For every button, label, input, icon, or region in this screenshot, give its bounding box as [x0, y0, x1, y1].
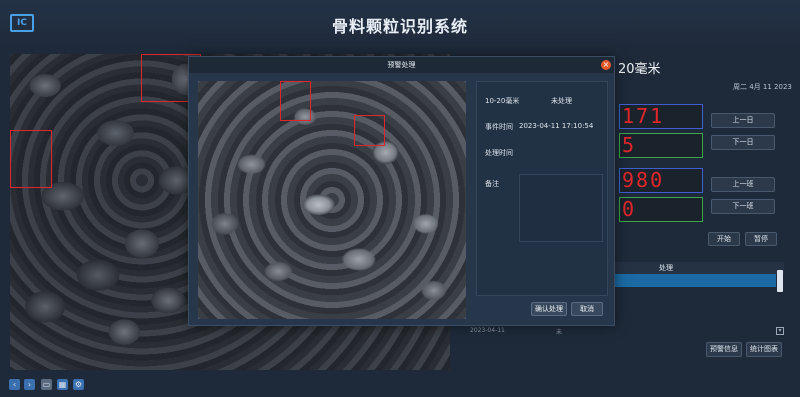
cancel-button[interactable]: 取消 [571, 302, 603, 316]
close-icon[interactable]: × [601, 60, 611, 70]
detection-box [280, 81, 311, 121]
table-scrollbar[interactable] [777, 270, 783, 292]
next-day-button[interactable]: 下一日 [711, 135, 775, 150]
daily-warning-counter: 5 [619, 133, 703, 158]
table-row-date: 2023-04-11 [470, 327, 505, 334]
warning-table-header: 处理 [604, 262, 784, 274]
event-info-panel: 10-20毫米 未处理 事件时间 2023-04-11 17:10:54 处理时… [476, 81, 608, 296]
confirm-process-button[interactable]: 确认处理 [531, 302, 567, 316]
warning-info-button[interactable]: 预警信息 [706, 342, 742, 357]
app-title: 骨料颗粒识别系统 [331, 17, 468, 36]
prev-shift-button[interactable]: 上一班 [711, 177, 775, 192]
pause-button[interactable]: 暂停 [745, 232, 777, 246]
table-row-selected[interactable] [604, 274, 776, 287]
event-time-value: 2023-04-11 17:10:54 [519, 122, 594, 130]
remark-input[interactable] [519, 174, 603, 242]
dialog-title: 预警处理 [387, 61, 416, 69]
remark-label: 备注 [485, 180, 499, 188]
window-icon[interactable]: ▭ [41, 379, 52, 390]
scroll-down-icon[interactable]: ▾ [776, 327, 784, 335]
app-header: IC 骨料颗粒识别系统 [0, 0, 800, 50]
warning-snapshot-image [198, 81, 466, 319]
category-title: 20毫米 [618, 62, 661, 77]
dialog-titlebar: 预警处理 × [189, 57, 614, 73]
daily-total-counter: 171 [619, 104, 703, 129]
grid-icon[interactable]: ▦ [57, 379, 68, 390]
current-date: 周二 4月 11 2023 [733, 83, 792, 91]
table-row-status: 未 [556, 329, 563, 336]
back-icon[interactable]: ‹ [9, 379, 20, 390]
status-value: 未处理 [551, 97, 572, 105]
stats-chart-button[interactable]: 统计图表 [746, 342, 782, 357]
shift-total-counter: 980 [619, 168, 703, 193]
process-time-label: 处理时间 [485, 149, 513, 157]
settings-icon[interactable]: ⚙ [73, 379, 84, 390]
start-button[interactable]: 开始 [708, 232, 740, 246]
detection-box [354, 115, 385, 146]
forward-icon[interactable]: › [24, 379, 35, 390]
prev-day-button[interactable]: 上一日 [711, 113, 775, 128]
size-label: 10-20毫米 [485, 97, 520, 105]
column-header-process: 处理 [659, 264, 673, 272]
event-time-label: 事件时间 [485, 123, 513, 131]
next-shift-button[interactable]: 下一班 [711, 199, 775, 214]
shift-warning-counter: 0 [619, 197, 703, 222]
detection-box [10, 130, 52, 188]
warning-process-dialog: 预警处理 × 10-20毫米 未处理 事件时间 2023-04-11 17:10… [188, 56, 615, 326]
